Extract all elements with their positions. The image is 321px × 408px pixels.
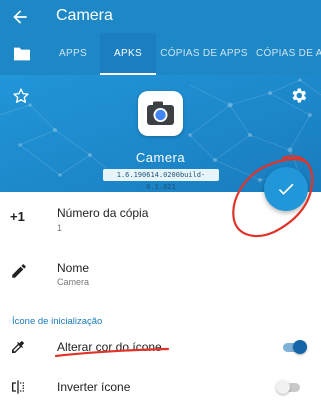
invert-icon-switch[interactable]	[276, 380, 300, 394]
tab-apps[interactable]: APPS	[46, 33, 100, 75]
gear-icon[interactable]	[289, 86, 308, 105]
change-icon-color-switch[interactable]	[283, 340, 307, 354]
tab-bar: APPS APKS CÓPIAS DE APPS CÓPIAS DE AP	[0, 33, 321, 75]
change-icon-color-label: Alterar cor do ícone	[57, 340, 162, 354]
page-title: Camera	[56, 7, 113, 24]
change-icon-color-row[interactable]: Alterar cor do ícone	[0, 334, 321, 364]
app-icon	[138, 91, 183, 136]
star-outline-icon[interactable]	[12, 87, 30, 105]
app-name: Camera	[135, 150, 186, 165]
name-row[interactable]: Nome Camera	[0, 250, 321, 305]
plus-one-icon: +1	[10, 209, 25, 224]
name-label: Nome	[57, 261, 90, 275]
check-icon	[278, 183, 294, 195]
version-badge: 1.6.190614.0200build-6.1.021	[103, 169, 219, 191]
tab-apks[interactable]: APKS	[100, 33, 156, 75]
copy-number-label: Número da cópia	[57, 206, 149, 220]
folder-icon	[14, 47, 30, 61]
tab-folder[interactable]	[0, 33, 44, 75]
camera-icon	[147, 101, 174, 125]
copy-number-value: 1	[57, 223, 63, 233]
tab-app-copies[interactable]: CÓPIAS DE APPS	[158, 33, 250, 75]
invert-icon-row[interactable]: Inverter ícone	[0, 374, 321, 404]
flip-icon	[12, 380, 24, 394]
arrow-back-icon[interactable]	[10, 7, 30, 27]
name-value: Camera	[57, 277, 90, 287]
pencil-icon	[12, 264, 26, 278]
confirm-fab[interactable]	[264, 167, 308, 211]
launcher-section-header: Ícone de inicialização	[12, 316, 103, 327]
eyedropper-icon	[12, 341, 24, 353]
tab-app-copies-2[interactable]: CÓPIAS DE AP	[256, 33, 321, 75]
invert-icon-label: Inverter ícone	[57, 380, 131, 394]
app-bar: Camera	[0, 0, 321, 33]
